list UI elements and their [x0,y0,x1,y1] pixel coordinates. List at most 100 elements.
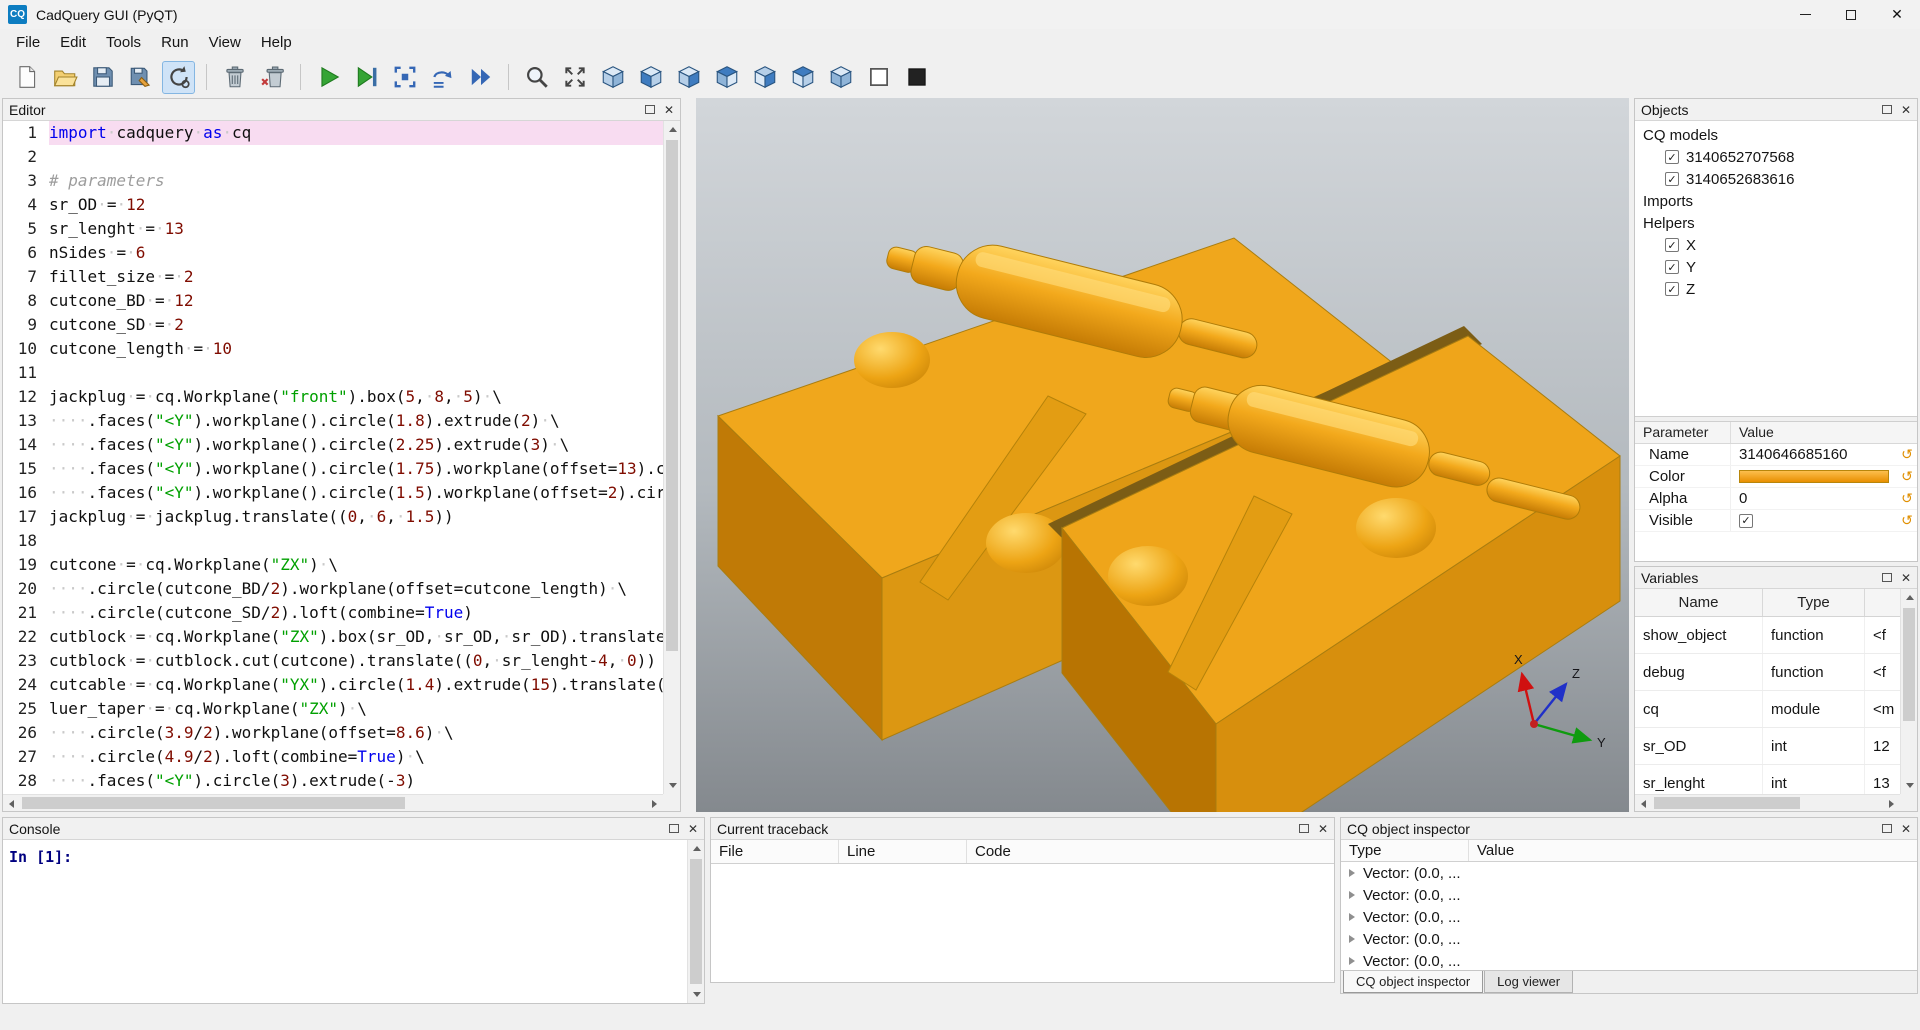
menu-tools[interactable]: Tools [96,31,151,54]
scroll-up-button[interactable] [688,840,705,857]
float-panel-icon[interactable] [1299,824,1309,833]
scroll-thumb[interactable] [666,140,678,651]
menu-help[interactable]: Help [251,31,302,54]
scroll-thumb[interactable] [690,859,702,984]
scroll-thumb[interactable] [1654,797,1800,809]
scroll-up-button[interactable] [1901,589,1918,606]
code-line-22[interactable]: 22cutblock·=·cq.Workplane("ZX").box(sr_O… [3,625,663,649]
tree-item-cq-models[interactable]: CQ models [1635,124,1917,146]
variable-row-cq[interactable]: cqmodule<m [1635,691,1900,728]
close-panel-icon[interactable]: ✕ [1901,104,1911,116]
expand-arrow-icon[interactable] [1349,913,1355,921]
reset-icon[interactable]: ↺ [1897,512,1917,529]
step-frame-button[interactable] [388,61,421,94]
code-line-15[interactable]: 15····.faces("<Y").workplane().circle(1.… [3,457,663,481]
param-row-visible[interactable]: Visible✓↺ [1635,510,1917,532]
editor-vertical-scrollbar[interactable] [663,121,680,794]
inspector-row[interactable]: Vector: (0.0, ... [1341,862,1917,884]
code-line-12[interactable]: 12jackplug·=·cq.Workplane("front").box(5… [3,385,663,409]
save-button[interactable] [86,61,119,94]
tab-log-viewer[interactable]: Log viewer [1484,971,1573,993]
debug-button[interactable] [350,61,383,94]
code-line-9[interactable]: 9cutcone_SD·=·2 [3,313,663,337]
code-line-17[interactable]: 17jackplug·=·jackplug.translate((0,·6,·1… [3,505,663,529]
scroll-right-button[interactable] [646,795,663,812]
variable-row-sr_lenght[interactable]: sr_lenghtint13 [1635,765,1900,794]
code-line-5[interactable]: 5sr_lenght·=·13 [3,217,663,241]
tree-item-imports[interactable]: Imports [1635,190,1917,212]
inspector-row[interactable]: Vector: (0.0, ... [1341,906,1917,928]
tree-item-3140652683616[interactable]: ✓3140652683616 [1635,168,1917,190]
checkbox[interactable]: ✓ [1665,282,1679,296]
code-line-28[interactable]: 28····.faces("<Y").circle(3).extrude(-3) [3,769,663,793]
variables-horizontal-scrollbar[interactable] [1635,794,1900,811]
code-line-11[interactable]: 11 [3,361,663,385]
float-panel-icon[interactable] [1882,105,1892,114]
close-panel-icon[interactable]: ✕ [1901,823,1911,835]
scroll-down-button[interactable] [664,777,681,794]
variable-row-show_object[interactable]: show_objectfunction<f [1635,617,1900,654]
view-back-button[interactable] [672,61,705,94]
menu-run[interactable]: Run [151,31,199,54]
fit-view-button[interactable] [520,61,553,94]
tree-item-3140652707568[interactable]: ✓3140652707568 [1635,146,1917,168]
reset-icon[interactable]: ↺ [1897,446,1917,463]
tab-cq-object-inspector[interactable]: CQ object inspector [1343,971,1483,993]
close-panel-icon[interactable]: ✕ [688,823,698,835]
view-top-button[interactable] [786,61,819,94]
delete-all-button[interactable] [256,61,289,94]
minimize-button[interactable] [1782,0,1828,29]
expand-arrow-icon[interactable] [1349,869,1355,877]
code-line-24[interactable]: 24cutcable·=·cq.Workplane("YX").circle(1… [3,673,663,697]
menu-file[interactable]: File [6,31,50,54]
view-wireframe-button[interactable] [862,61,895,94]
code-line-1[interactable]: 1import·cadquery·as·cq [3,121,663,145]
code-line-7[interactable]: 7fillet_size·=·2 [3,265,663,289]
code-line-23[interactable]: 23cutblock·=·cutblock.cut(cutcone).trans… [3,649,663,673]
code-line-4[interactable]: 4sr_OD·=·12 [3,193,663,217]
delete-selected-button[interactable] [218,61,251,94]
fit-all-button[interactable] [558,61,591,94]
scroll-right-button[interactable] [1883,795,1900,812]
code-line-16[interactable]: 16····.faces("<Y").workplane().circle(1.… [3,481,663,505]
close-panel-icon[interactable]: ✕ [664,104,674,116]
code-line-14[interactable]: 14····.faces("<Y").workplane().circle(2.… [3,433,663,457]
view-shaded-button[interactable] [900,61,933,94]
new-file-button[interactable] [10,61,43,94]
inspector-row[interactable]: Vector: (0.0, ... [1341,928,1917,950]
expand-arrow-icon[interactable] [1349,935,1355,943]
scroll-down-button[interactable] [1901,777,1918,794]
menu-view[interactable]: View [199,31,251,54]
inspector-row[interactable]: Vector: (0.0, ... [1341,950,1917,970]
code-line-10[interactable]: 10cutcone_length·=·10 [3,337,663,361]
float-panel-icon[interactable] [1882,824,1892,833]
expand-arrow-icon[interactable] [1349,891,1355,899]
tree-item-z[interactable]: ✓Z [1635,278,1917,300]
view-front-button[interactable] [634,61,667,94]
continue-button[interactable] [464,61,497,94]
scroll-thumb[interactable] [22,797,405,809]
param-row-color[interactable]: Color↺ [1635,466,1917,488]
code-line-6[interactable]: 6nSides·=·6 [3,241,663,265]
code-line-19[interactable]: 19cutcone·=·cq.Workplane("ZX")·\ [3,553,663,577]
code-line-2[interactable]: 2 [3,145,663,169]
scroll-left-button[interactable] [3,795,20,812]
close-panel-icon[interactable]: ✕ [1318,823,1328,835]
close-button[interactable]: ✕ [1874,0,1920,29]
param-row-alpha[interactable]: Alpha0↺ [1635,488,1917,510]
step-over-button[interactable] [426,61,459,94]
checkbox[interactable]: ✓ [1665,150,1679,164]
autoreload-button[interactable] [162,61,195,94]
code-line-25[interactable]: 25luer_taper·=·cq.Workplane("ZX")·\ [3,697,663,721]
variable-row-debug[interactable]: debugfunction<f [1635,654,1900,691]
code-line-20[interactable]: 20····.circle(cutcone_BD/2).workplane(of… [3,577,663,601]
checkbox[interactable]: ✓ [1665,172,1679,186]
reset-icon[interactable]: ↺ [1897,490,1917,507]
code-line-27[interactable]: 27····.circle(4.9/2).loft(combine=True)·… [3,745,663,769]
code-line-21[interactable]: 21····.circle(cutcone_SD/2).loft(combine… [3,601,663,625]
view-bottom-button[interactable] [824,61,857,94]
maximize-button[interactable] [1828,0,1874,29]
console-vertical-scrollbar[interactable] [687,840,704,1003]
float-panel-icon[interactable] [1882,573,1892,582]
save-as-button[interactable] [124,61,157,94]
